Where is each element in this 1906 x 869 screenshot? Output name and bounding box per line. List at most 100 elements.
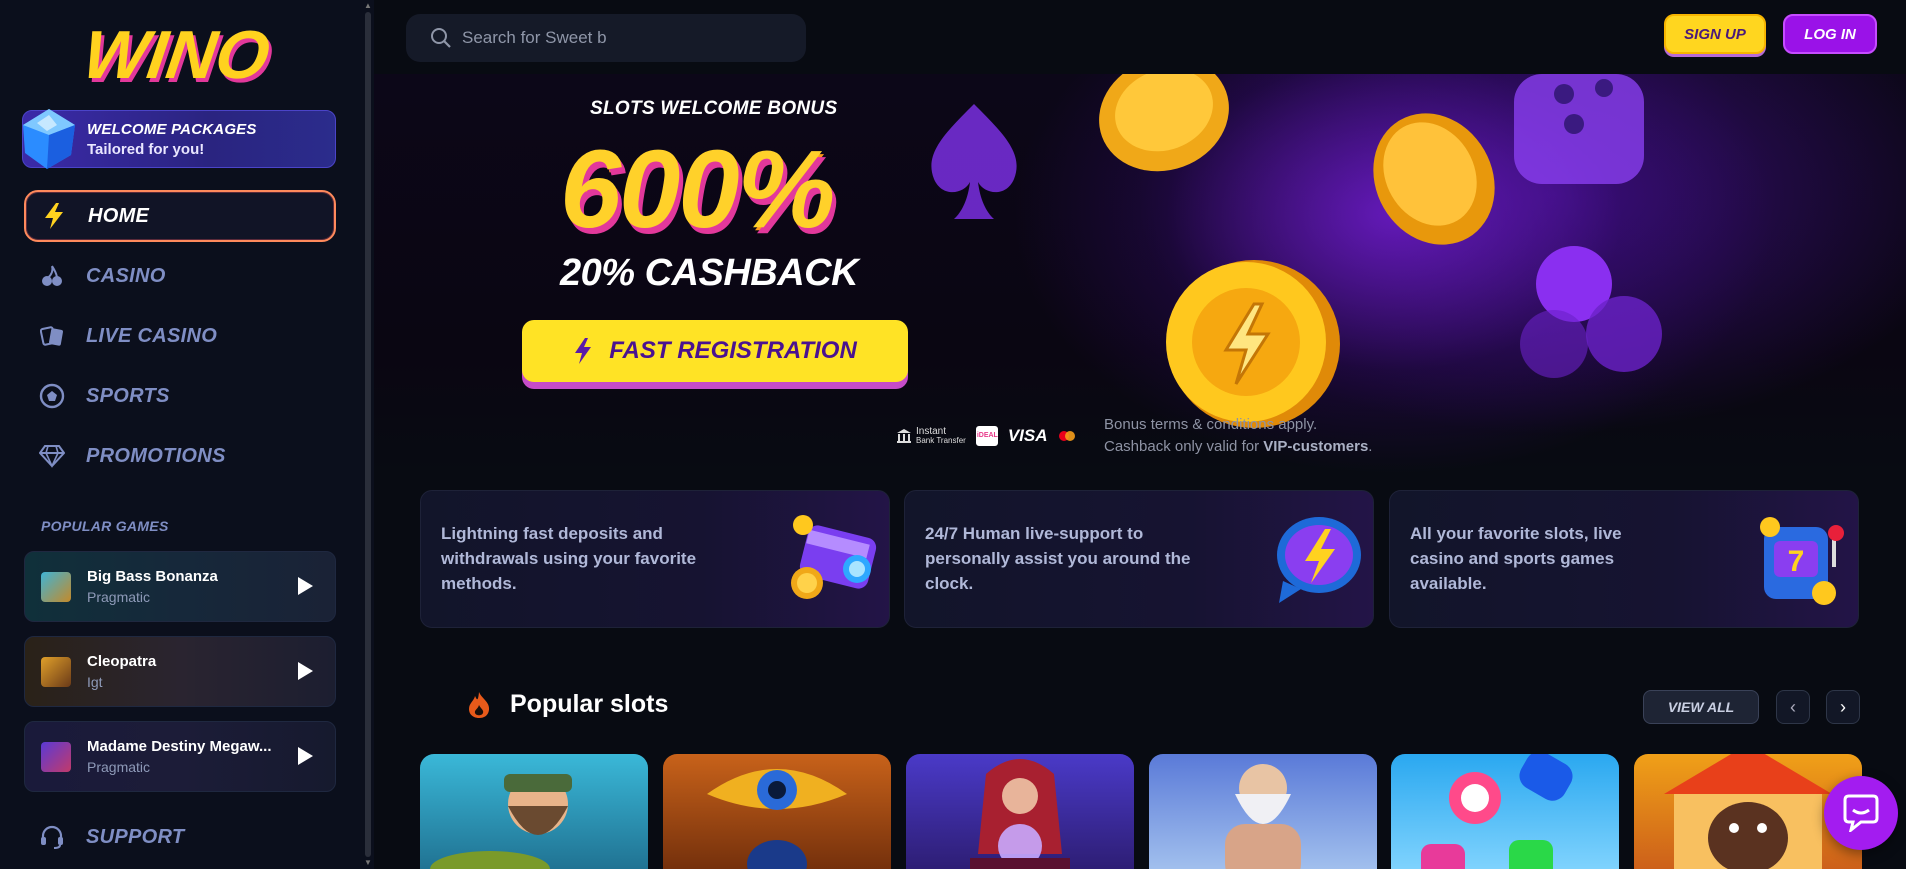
nav-label: SUPPORT (86, 825, 185, 848)
lightning-icon (40, 202, 68, 230)
fast-registration-button[interactable]: FAST REGISTRATION (522, 320, 908, 382)
slot-machine-icon: 7 (1760, 517, 1844, 605)
visa-logo: VISA (1007, 426, 1048, 445)
popular-games-title: POPULAR GAMES (41, 518, 169, 534)
coin-icon (1373, 113, 1495, 245)
popular-slots-title: Popular slots (466, 690, 668, 719)
game-thumbnail (41, 742, 71, 772)
feature-card-games: All your favorite slots, live casino and… (1389, 490, 1859, 628)
nav-label: HOME (88, 204, 150, 227)
feature-card-support: 24/7 Human live-support to personally as… (904, 490, 1374, 628)
nav-item-promotions[interactable]: PROMOTIONS (24, 430, 336, 482)
slot-tile-eye-of-horus[interactable] (663, 754, 891, 869)
welcome-packages-banner[interactable]: WELCOME PACKAGES Tailored for you! (22, 109, 336, 169)
feature-text: 24/7 Human live-support to personally as… (925, 524, 1191, 593)
slot-tile-gates-of-olympus[interactable] (1149, 754, 1377, 869)
club-icon (1520, 246, 1662, 378)
nav-label: LIVE CASINO (86, 324, 218, 347)
slot-tile-madame-destiny[interactable] (906, 754, 1134, 869)
feature-card-payments: Lightning fast deposits and withdrawals … (420, 490, 890, 628)
play-icon[interactable] (298, 662, 313, 680)
fisherman-art (430, 774, 572, 869)
game-name: Big Bass Bonanza (87, 568, 218, 585)
svg-text:WINO: WINO (82, 17, 274, 90)
game-provider: Pragmatic (87, 589, 151, 605)
slot-tile-sweet-bonanza[interactable] (1391, 754, 1619, 869)
fortune-teller-art (970, 759, 1070, 869)
game-thumbnail (41, 572, 71, 602)
nav-item-casino[interactable]: CASINO (24, 250, 336, 302)
scroll-down-arrow[interactable]: ▼ (364, 859, 372, 867)
game-thumbnail (41, 657, 71, 687)
instant-bank-transfer-logo: Instant Bank Transfer (896, 427, 966, 445)
bonus-terms: Bonus terms & conditions apply. Cashback… (1104, 414, 1372, 458)
feature-text: All your favorite slots, live casino and… (1410, 524, 1622, 593)
vip-customers-link[interactable]: VIP-customers (1263, 438, 1368, 455)
sidebar: WINO WINO WELCOME PACKAGES Tailored for … (0, 0, 374, 869)
cherries-icon (38, 262, 66, 290)
login-button[interactable]: LOG IN (1783, 14, 1877, 54)
search-icon (431, 28, 451, 48)
svg-text:7: 7 (1788, 545, 1805, 578)
lightning-chat-icon (1277, 517, 1361, 603)
welcome-subtitle: Tailored for you! (87, 141, 205, 158)
chevron-left-icon[interactable]: ‹ (1776, 690, 1810, 724)
fire-icon (469, 691, 490, 718)
game-name: Cleopatra (87, 653, 157, 670)
dice-icon (1514, 74, 1644, 184)
hero-cashback: 20% CASHBACK (560, 252, 859, 294)
hero-headline: 600% (560, 128, 835, 251)
soccer-ball-icon (38, 382, 66, 410)
ideal-logo: iDEAL (975, 426, 998, 446)
game-card-cleopatra[interactable]: Cleopatra Igt (24, 636, 336, 707)
cards-icon (38, 322, 66, 350)
hero-kicker: SLOTS WELCOME BONUS (590, 98, 838, 119)
nav-item-sports[interactable]: SPORTS (24, 370, 336, 422)
search-input[interactable] (462, 28, 782, 48)
signup-button[interactable]: SIGN UP (1664, 14, 1766, 54)
game-provider: Igt (87, 674, 103, 690)
scroll-up-arrow[interactable]: ▲ (364, 2, 372, 10)
play-icon[interactable] (298, 747, 313, 765)
nav-label: PROMOTIONS (86, 444, 226, 467)
payment-methods: Instant Bank Transfer iDEAL VISA (896, 424, 1076, 448)
eye-of-horus-art (707, 769, 847, 869)
nav-label: SPORTS (86, 384, 170, 407)
section-title-text: Popular slots (510, 690, 669, 718)
lightning-icon (575, 338, 592, 364)
candy-art (1421, 754, 1573, 869)
feature-text: Lightning fast deposits and withdrawals … (441, 524, 697, 593)
top-header: SIGN UP LOG IN (374, 0, 1906, 74)
view-all-button[interactable]: VIEW ALL (1643, 690, 1759, 724)
play-icon[interactable] (298, 577, 313, 595)
spade-icon (931, 104, 1017, 219)
game-name: Madame Destiny Megaw... (87, 738, 272, 755)
welcome-title: WELCOME PACKAGES (87, 121, 257, 138)
wallet-coins-icon (791, 515, 877, 599)
lightning-coin-icon (1166, 260, 1340, 428)
cashback-note: Cashback only valid for VIP-customers. (1104, 438, 1373, 455)
nav-label: CASINO (86, 264, 166, 287)
sidebar-scrollbar[interactable]: ▲ ▼ (362, 0, 374, 869)
app-root: WINO WINO WELCOME PACKAGES Tailored for … (0, 0, 1906, 869)
game-card-madame-destiny[interactable]: Madame Destiny Megaw... Pragmatic (24, 721, 336, 792)
wino-logo[interactable]: WINO WINO (82, 16, 282, 90)
gem-icon (23, 109, 75, 169)
nav-item-home[interactable]: HOME (24, 190, 336, 242)
zeus-art (1225, 764, 1301, 869)
chevron-right-icon[interactable]: › (1826, 690, 1860, 724)
nav-item-support[interactable]: SUPPORT (24, 811, 336, 863)
chat-bubble-icon[interactable] (1824, 776, 1898, 850)
game-card-big-bass-bonanza[interactable]: Big Bass Bonanza Pragmatic (24, 551, 336, 622)
nav-item-live-casino[interactable]: LIVE CASINO (24, 310, 336, 362)
diamond-icon (38, 442, 66, 470)
coin-icon (1099, 74, 1229, 172)
scrollbar-thumb[interactable] (365, 12, 371, 857)
mastercard-logo (1058, 431, 1075, 441)
game-provider: Pragmatic (87, 759, 151, 775)
hero-banner: SLOTS WELCOME BONUS 600% 20% CASHBACK FA… (374, 74, 1906, 474)
headset-icon (38, 823, 66, 851)
cta-label: FAST REGISTRATION (609, 337, 857, 364)
search-bar[interactable] (406, 14, 806, 62)
slot-tile-big-bass[interactable] (420, 754, 648, 869)
